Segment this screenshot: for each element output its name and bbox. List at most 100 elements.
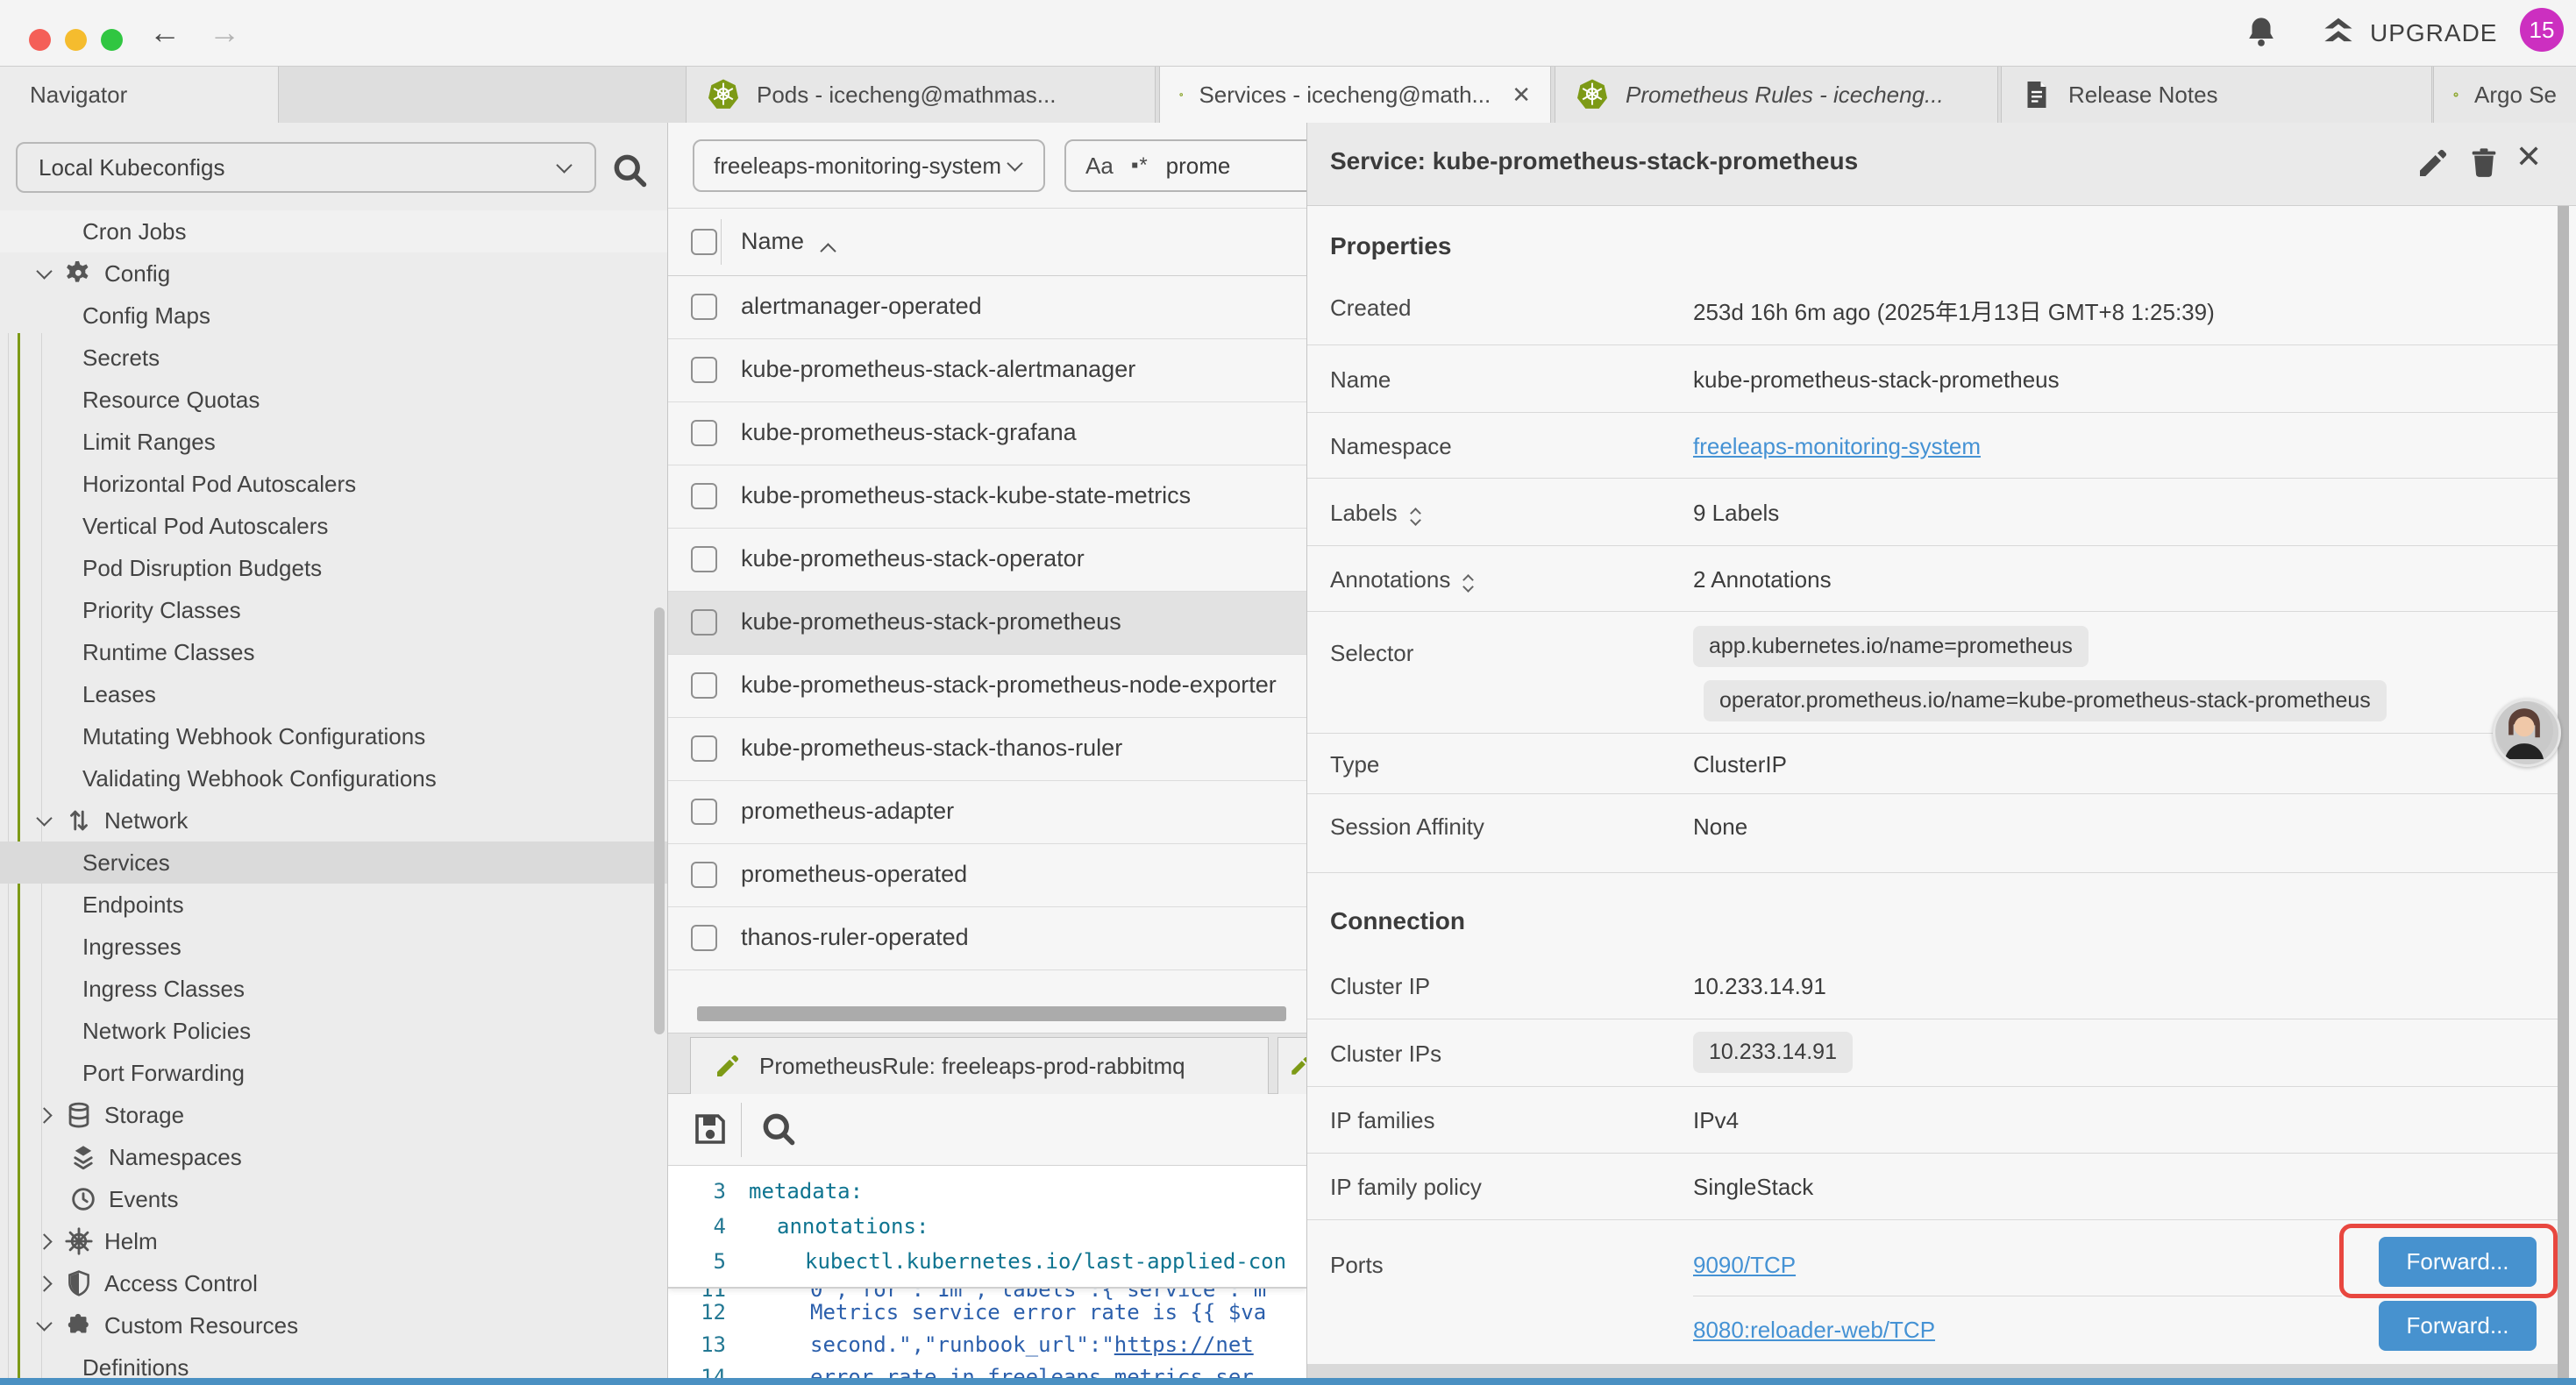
up-down-arrows-icon — [64, 806, 94, 835]
editor-tab-prometheusrule[interactable]: PrometheusRule: freeleaps-prod-rabbitmq — [690, 1037, 1269, 1094]
sidebar-item-cron-jobs[interactable]: Cron Jobs — [0, 210, 668, 252]
regex-icon[interactable]: ▪* — [1131, 153, 1149, 178]
navigator-panel-tab[interactable]: Navigator — [0, 67, 279, 123]
sidebar-item-helm[interactable]: Helm — [0, 1220, 668, 1262]
sidebar-item-custom-resources[interactable]: Custom Resources — [0, 1304, 668, 1346]
user-avatar[interactable] — [2493, 699, 2561, 767]
detail-panel-header: Service: kube-prometheus-stack-prometheu… — [1307, 123, 2576, 206]
table-row[interactable]: kube-prometheus-stack-thanos-ruler — [668, 718, 1306, 781]
table-row[interactable]: prometheus-adapter — [668, 781, 1306, 844]
sidebar-item-services[interactable]: Services — [0, 842, 668, 884]
expand-collapse-sorter-icon[interactable] — [1464, 569, 1472, 591]
tab-prometheus-rules[interactable]: Prometheus Rules - icecheng... — [1555, 67, 1998, 123]
tab-pods[interactable]: Pods - icecheng@mathmas... — [686, 67, 1156, 123]
port-link-9090[interactable]: 9090/TCP — [1693, 1252, 1796, 1278]
close-tab-icon[interactable]: ✕ — [1512, 82, 1531, 109]
sidebar-item-namespaces[interactable]: Namespaces — [0, 1136, 668, 1178]
sidebar-item-network[interactable]: Network — [0, 799, 668, 842]
save-icon[interactable] — [689, 1108, 731, 1150]
kubeconfig-select[interactable]: Local Kubeconfigs — [16, 142, 596, 193]
back-arrow-icon[interactable]: ← — [149, 12, 181, 53]
notifications-bell-icon[interactable] — [2243, 14, 2280, 55]
row-checkbox[interactable] — [691, 735, 717, 762]
port-link-8080-reloader-web[interactable]: 8080:reloader-web/TCP — [1693, 1317, 1935, 1343]
panel-vertical-scrollbar[interactable] — [2558, 206, 2569, 1385]
sidebar-item-runtime-classes[interactable]: Runtime Classes — [0, 631, 668, 673]
sidebar-item-access-control[interactable]: Access Control — [0, 1262, 668, 1304]
table-row[interactable]: kube-prometheus-stack-prometheus-node-ex… — [668, 655, 1306, 718]
search-icon[interactable] — [610, 151, 649, 189]
sidebar-item-config[interactable]: Config — [0, 252, 668, 295]
upgrade-button[interactable]: UPGRADE — [2319, 14, 2497, 53]
close-traffic-light[interactable] — [29, 29, 51, 51]
chevron-down-icon — [1007, 155, 1022, 171]
sidebar-item-horizontal-pod-autoscalers[interactable]: Horizontal Pod Autoscalers — [0, 463, 668, 505]
panel-horizontal-scrollbar[interactable] — [1307, 1364, 2559, 1378]
row-checkbox[interactable] — [691, 862, 717, 888]
table-row[interactable]: kube-prometheus-stack-alertmanager — [668, 339, 1306, 402]
sort-ascending-icon[interactable] — [820, 243, 836, 259]
table-row[interactable]: thanos-ruler-operated — [668, 907, 1306, 970]
table-row-selected[interactable]: kube-prometheus-stack-prometheus — [668, 592, 1306, 655]
table-row[interactable]: kube-prometheus-stack-kube-state-metrics — [668, 465, 1306, 529]
select-all-checkbox[interactable] — [691, 229, 717, 255]
property-row-ip-family-policy: IP family policy SingleStack — [1307, 1154, 2559, 1220]
search-icon[interactable] — [759, 1110, 798, 1148]
tab-argo-service[interactable]: Argo Se — [2433, 67, 2576, 123]
sidebar-item-ingress-classes[interactable]: Ingress Classes — [0, 968, 668, 1010]
editor-tab-partial[interactable] — [1277, 1037, 1306, 1094]
row-checkbox[interactable] — [691, 483, 717, 509]
table-row[interactable]: alertmanager-operated — [668, 276, 1306, 339]
sidebar-item-leases[interactable]: Leases — [0, 673, 668, 715]
sidebar-item-mutating-webhook-configurations[interactable]: Mutating Webhook Configurations — [0, 715, 668, 757]
expand-collapse-sorter-icon[interactable] — [1412, 502, 1420, 524]
close-icon[interactable]: ✕ — [2516, 138, 2551, 174]
row-checkbox[interactable] — [691, 357, 717, 383]
sidebar-item-vertical-pod-autoscalers[interactable]: Vertical Pod Autoscalers — [0, 505, 668, 547]
table-row[interactable]: kube-prometheus-stack-grafana — [668, 402, 1306, 465]
tab-services[interactable]: Services - icecheng@math... ✕ — [1159, 67, 1551, 123]
sidebar-item-port-forwarding[interactable]: Port Forwarding — [0, 1052, 668, 1094]
sidebar-item-network-policies[interactable]: Network Policies — [0, 1010, 668, 1052]
sidebar-item-ingresses[interactable]: Ingresses — [0, 926, 668, 968]
runbook-url-link[interactable]: https://net — [1114, 1332, 1254, 1357]
table-row[interactable]: prometheus-operated — [668, 844, 1306, 907]
notification-count-badge[interactable]: 15 — [2520, 8, 2564, 52]
forward-port-button-8080[interactable]: Forward... — [2379, 1301, 2537, 1351]
row-checkbox[interactable] — [691, 546, 717, 572]
sidebar-scrollbar[interactable] — [654, 607, 665, 1034]
match-case-icon[interactable]: Aa — [1085, 153, 1114, 180]
tab-release-notes[interactable]: Release Notes — [2001, 67, 2432, 123]
row-checkbox[interactable] — [691, 925, 717, 951]
row-checkbox[interactable] — [691, 294, 717, 320]
resource-search-input[interactable]: Aa ▪* prome — [1064, 139, 1306, 192]
row-checkbox[interactable] — [691, 672, 717, 699]
forward-arrow-icon[interactable]: → — [209, 12, 240, 53]
name-column-header[interactable]: Name — [741, 228, 804, 255]
namespace-link[interactable]: freeleaps-monitoring-system — [1693, 433, 1981, 459]
row-checkbox[interactable] — [691, 799, 717, 825]
row-checkbox[interactable] — [691, 420, 717, 446]
minimize-traffic-light[interactable] — [65, 29, 87, 51]
sidebar-item-priority-classes[interactable]: Priority Classes — [0, 589, 668, 631]
sidebar-item-storage[interactable]: Storage — [0, 1094, 668, 1136]
sidebar-item-pod-disruption-budgets[interactable]: Pod Disruption Budgets — [0, 547, 668, 589]
sidebar-item-validating-webhook-configurations[interactable]: Validating Webhook Configurations — [0, 757, 668, 799]
trash-icon[interactable] — [2466, 146, 2501, 181]
navigator-sidebar: Local Kubeconfigs Cron Jobs Config Confi… — [0, 123, 668, 1385]
sidebar-item-endpoints[interactable]: Endpoints — [0, 884, 668, 926]
connection-section-heading: Connection — [1330, 907, 1465, 935]
sidebar-item-config-maps[interactable]: Config Maps — [0, 295, 668, 337]
sidebar-item-events[interactable]: Events — [0, 1178, 668, 1220]
maximize-traffic-light[interactable] — [101, 29, 123, 51]
sidebar-item-limit-ranges[interactable]: Limit Ranges — [0, 421, 668, 463]
namespace-select[interactable]: freeleaps-monitoring-system — [693, 139, 1045, 192]
horizontal-scrollbar[interactable] — [697, 1006, 1286, 1021]
property-row-cluster-ip: Cluster IP 10.233.14.91 — [1307, 954, 2559, 1019]
edit-pencil-icon[interactable] — [2416, 146, 2451, 181]
table-row[interactable]: kube-prometheus-stack-operator — [668, 529, 1306, 592]
sidebar-item-resource-quotas[interactable]: Resource Quotas — [0, 379, 668, 421]
row-checkbox[interactable] — [691, 609, 717, 636]
sidebar-item-secrets[interactable]: Secrets — [0, 337, 668, 379]
yaml-editor[interactable]: 110","for":"1m","labels":{"service":"m 1… — [668, 1166, 1306, 1385]
